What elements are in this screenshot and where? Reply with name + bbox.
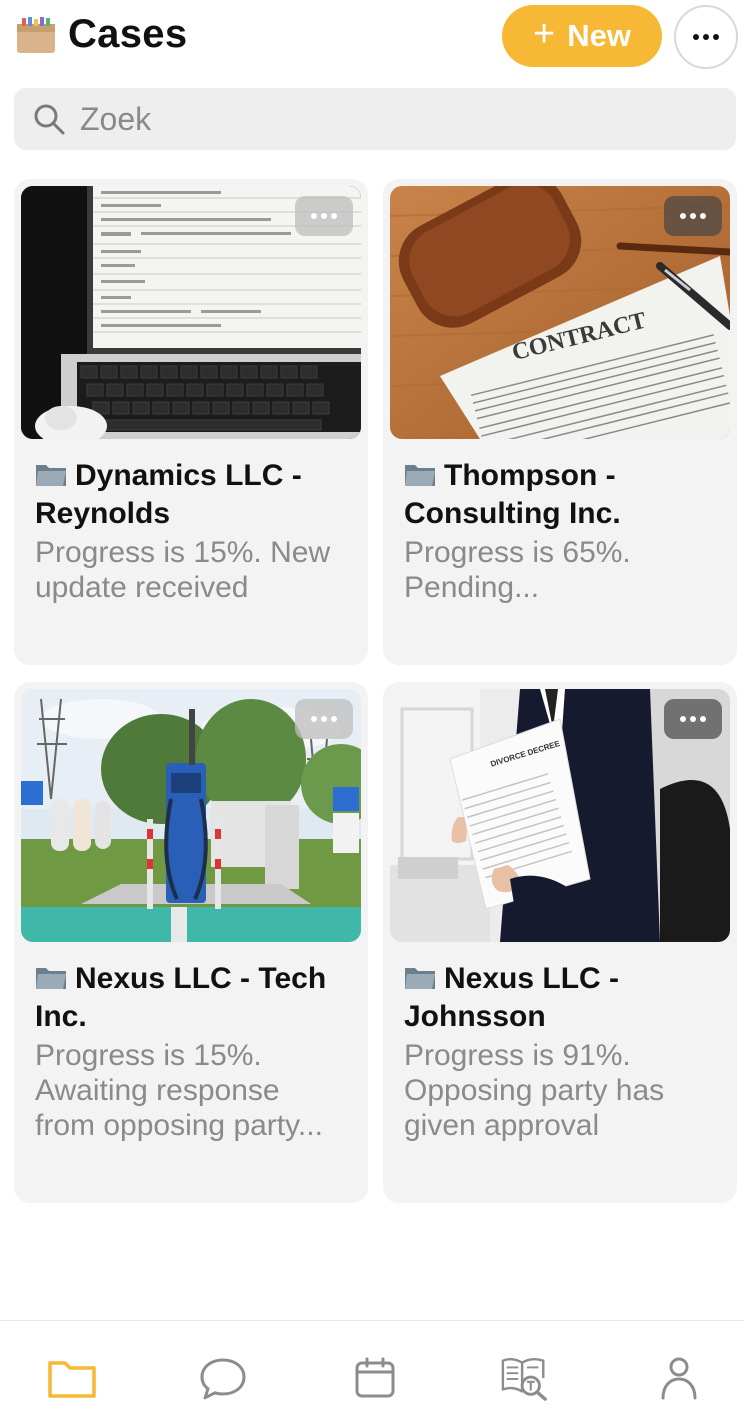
new-case-button[interactable]: + New xyxy=(502,5,662,67)
folder-icon xyxy=(405,968,435,989)
chat-bubble-icon xyxy=(200,1358,246,1400)
case-description: Progress is 15%. New update received xyxy=(35,536,331,604)
page-title: Cases xyxy=(68,12,188,56)
case-image-divorce-decree: DIVORCE DECREE xyxy=(390,689,730,942)
case-image-charging-station xyxy=(21,689,361,942)
case-title: Nexus LLC - Tech Inc. xyxy=(35,962,327,1033)
file-box-icon xyxy=(17,17,55,53)
nav-cases[interactable] xyxy=(47,1355,97,1401)
more-horizontal-icon xyxy=(311,213,337,219)
more-horizontal-icon xyxy=(311,716,337,722)
folder-icon xyxy=(36,968,66,989)
more-options-button[interactable] xyxy=(674,5,738,69)
case-card[interactable]: Dynamics LLC - Reynolds Progress is 15%.… xyxy=(14,179,368,665)
search-icon xyxy=(34,104,65,135)
document-search-icon xyxy=(501,1357,547,1401)
folder-icon xyxy=(405,465,435,486)
case-title: Nexus LLC - Johnsson xyxy=(404,962,620,1033)
plus-icon: + xyxy=(533,13,556,55)
nav-profile[interactable] xyxy=(654,1355,704,1401)
case-card[interactable]: CONTRACT Thompson - Consulting Inc. Prog… xyxy=(383,179,737,665)
new-button-label: New xyxy=(567,18,631,53)
nav-calendar[interactable] xyxy=(350,1355,400,1401)
case-description: Progress is 65%. Pending... xyxy=(404,536,631,604)
case-image-contract: CONTRACT xyxy=(390,186,730,439)
search-bar[interactable] xyxy=(14,88,736,150)
case-title: Thompson - Consulting Inc. xyxy=(404,459,621,530)
case-title: Dynamics LLC - Reynolds xyxy=(35,459,302,530)
case-card[interactable]: Nexus LLC - Tech Inc. Progress is 15%. A… xyxy=(14,682,368,1203)
calendar-icon xyxy=(355,1357,395,1398)
more-horizontal-icon xyxy=(680,213,706,219)
more-horizontal-icon xyxy=(680,716,706,722)
header: Cases + New xyxy=(0,0,744,80)
nav-documents[interactable] xyxy=(500,1355,550,1401)
profile-icon xyxy=(661,1357,697,1400)
case-description: Progress is 15%. Awaiting response from … xyxy=(35,1039,323,1142)
more-horizontal-icon xyxy=(693,34,719,40)
folder-icon xyxy=(36,465,66,486)
bottom-nav xyxy=(0,1320,744,1414)
case-card[interactable]: DIVORCE DECREE Nexus LLC - Johnsson Prog… xyxy=(383,682,737,1203)
case-menu-button[interactable] xyxy=(664,699,722,739)
case-menu-button[interactable] xyxy=(295,196,353,236)
search-input[interactable] xyxy=(80,100,680,138)
case-image-laptop xyxy=(21,186,361,439)
folder-icon xyxy=(48,1361,96,1398)
case-description: Progress is 91%. Opposing party has give… xyxy=(404,1039,665,1142)
case-menu-button[interactable] xyxy=(664,196,722,236)
nav-messages[interactable] xyxy=(198,1355,248,1401)
case-menu-button[interactable] xyxy=(295,699,353,739)
